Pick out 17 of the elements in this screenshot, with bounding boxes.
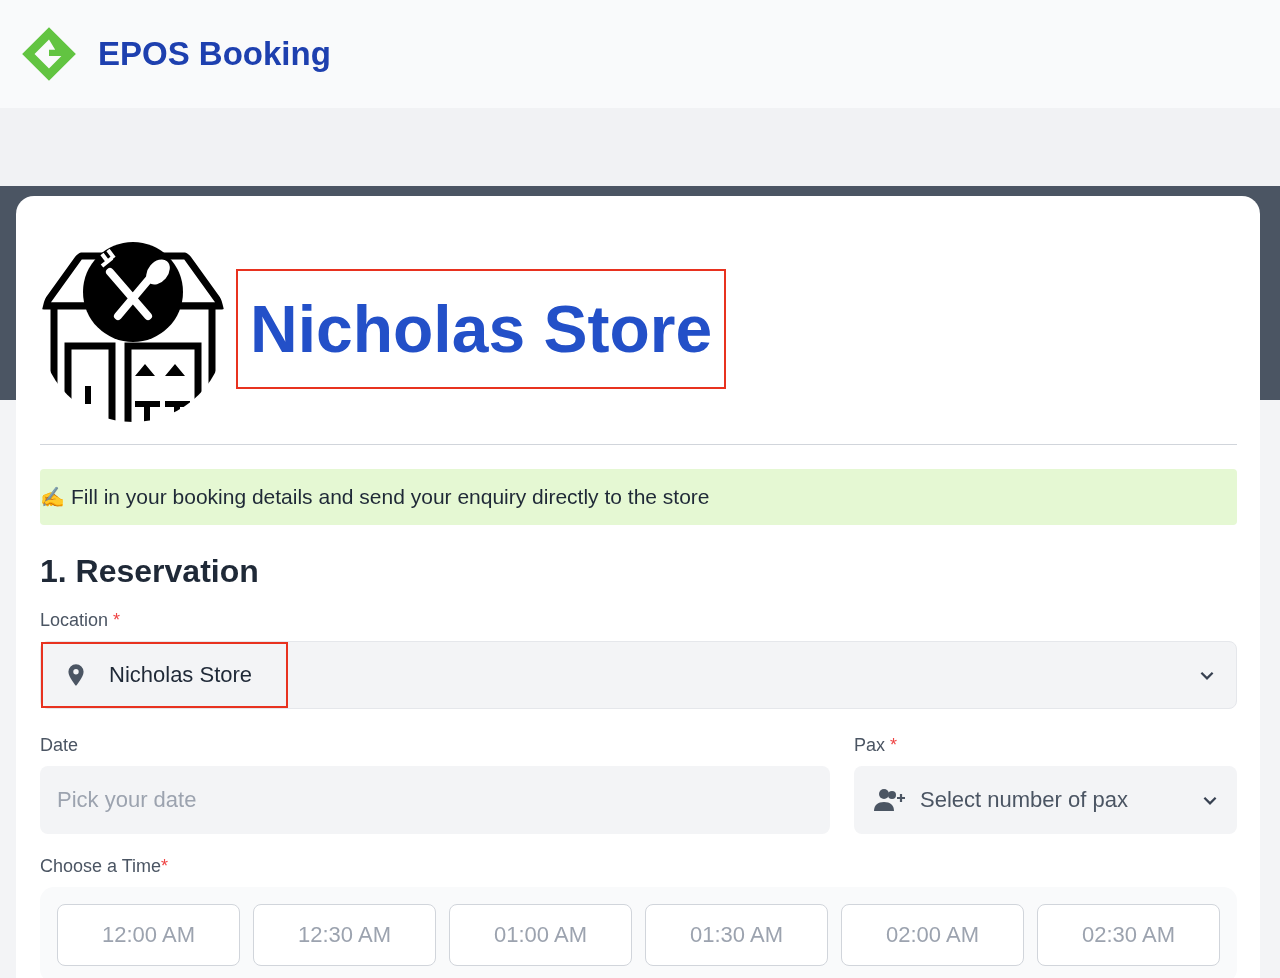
section-title: 1. Reservation (40, 553, 260, 590)
field-label: Location (40, 610, 109, 631)
date-input[interactable]: Pick your date (40, 766, 830, 834)
store-name: Nicholas Store (236, 269, 727, 389)
pax-select[interactable]: Select number of pax (854, 766, 1237, 834)
location-select[interactable]: Nicholas Store (40, 641, 1237, 709)
field-label: Pax (854, 735, 886, 756)
required-asterisk: * (113, 610, 121, 631)
field-label: Choose a Time (40, 856, 162, 877)
required-asterisk: * (890, 735, 898, 756)
required-asterisk: * (161, 856, 169, 877)
info-text: Fill in your booking details and send your enquiry directly to the store (71, 485, 710, 509)
field-label: Date (40, 735, 79, 756)
brand-name: EPOS Booking (98, 35, 331, 73)
location-value: Nicholas Store (109, 662, 253, 688)
writing-hand-icon: ✍ (40, 485, 65, 509)
add-person-icon (872, 788, 908, 812)
